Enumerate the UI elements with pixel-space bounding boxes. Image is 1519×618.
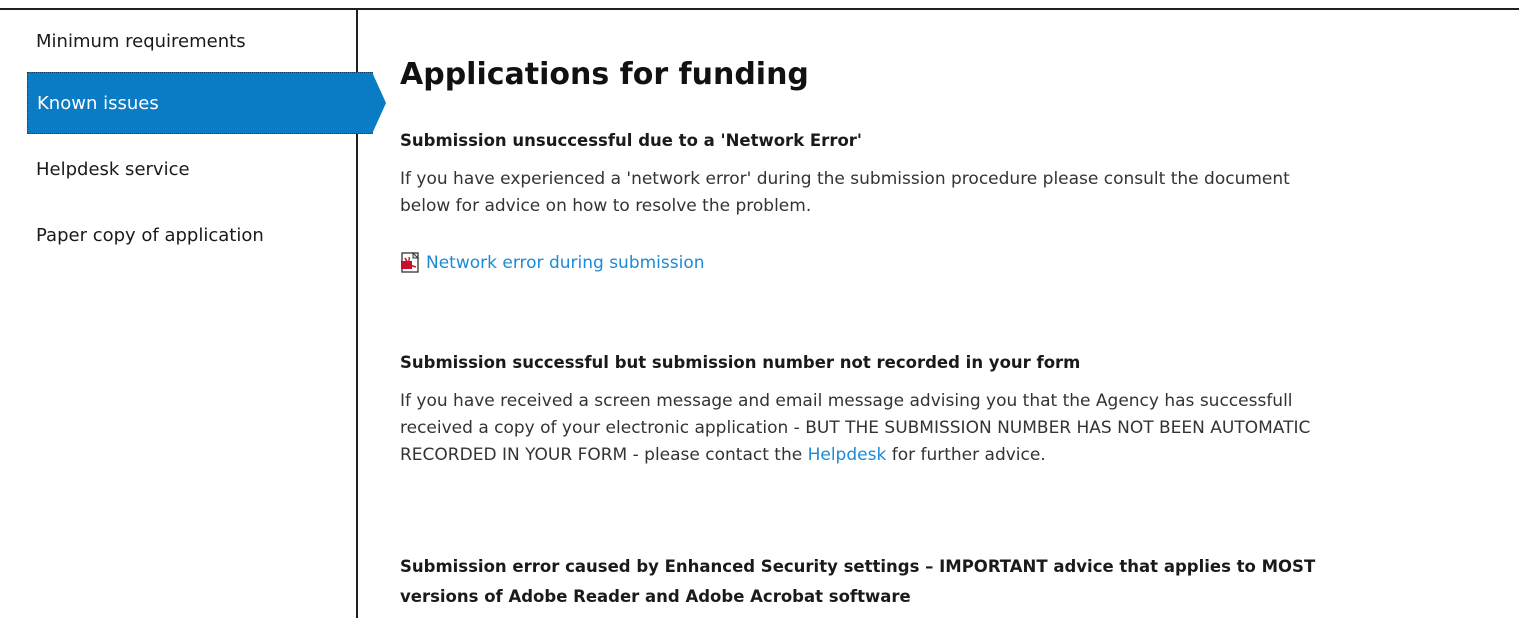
sidebar-item-known-issues[interactable]: Known issues	[27, 72, 373, 134]
page-title: Applications for funding	[400, 57, 809, 92]
pdf-file-icon	[401, 252, 420, 273]
section-text-line: below for advice on how to resolve the p…	[400, 196, 812, 216]
sidebar-item-minimum-requirements[interactable]: Minimum requirements	[27, 10, 347, 72]
helpdesk-link[interactable]: Helpdesk	[808, 445, 887, 465]
sidebar-item-helpdesk-service[interactable]: Helpdesk service	[27, 138, 347, 200]
pdf-link-label[interactable]: Network error during submission	[426, 253, 705, 273]
active-item-arrow	[372, 72, 386, 134]
section-heading-submission-number: Submission successful but submission num…	[400, 353, 1081, 372]
section-heading-enhanced-security-cont: versions of Adobe Reader and Adobe Acrob…	[400, 587, 911, 606]
section-text-line: If you have received a screen message an…	[400, 391, 1293, 411]
section-heading-enhanced-security: Submission error caused by Enhanced Secu…	[400, 557, 1316, 576]
sidebar-nav: Minimum requirements Known issues Helpde…	[0, 10, 373, 618]
section-text-line-with-link: RECORDED IN YOUR FORM - please contact t…	[400, 442, 1046, 469]
section-text-line: If you have experienced a 'network error…	[400, 169, 1290, 189]
sidebar-item-label: Known issues	[37, 92, 159, 114]
page-frame: Minimum requirements Known issues Helpde…	[0, 0, 1519, 618]
section-text-line: received a copy of your electronic appli…	[400, 418, 1311, 438]
sidebar-item-label: Minimum requirements	[36, 30, 246, 52]
sidebar-item-paper-copy[interactable]: Paper copy of application	[27, 204, 347, 266]
main-content: Applications for funding Submission unsu…	[400, 10, 1519, 618]
section-text-segment: for further advice.	[886, 445, 1046, 465]
pdf-document-link[interactable]: Network error during submission	[400, 252, 705, 274]
sidebar-item-label: Helpdesk service	[36, 158, 190, 180]
section-text-segment: RECORDED IN YOUR FORM - please contact t…	[400, 445, 808, 465]
section-heading-network-error: Submission unsuccessful due to a 'Networ…	[400, 131, 862, 150]
sidebar-item-label: Paper copy of application	[36, 224, 264, 246]
